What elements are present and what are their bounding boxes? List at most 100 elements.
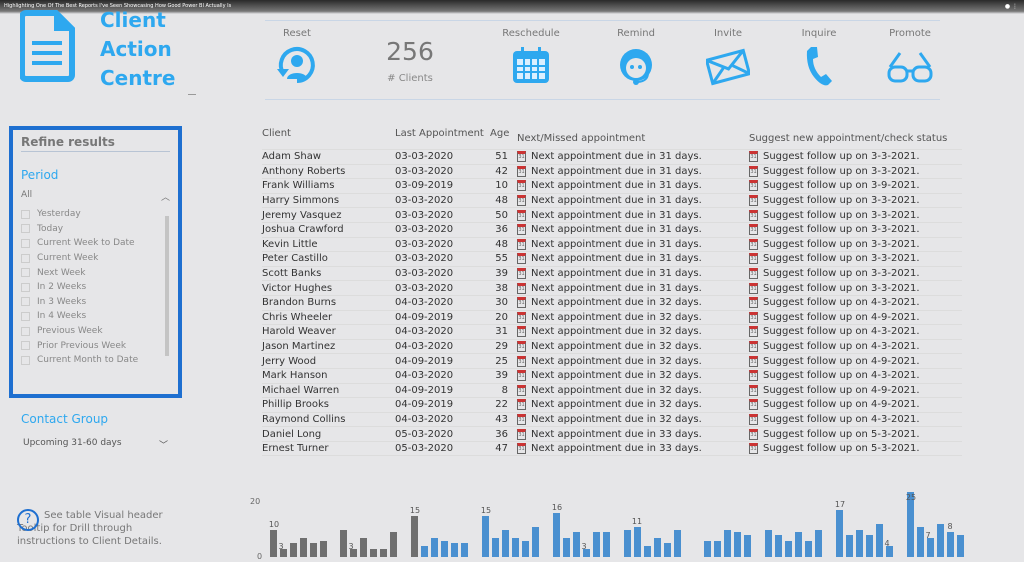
period-option[interactable]: Today <box>21 222 170 237</box>
table-row[interactable]: Jeremy Vasquez 03-03-2020 50 31 Next appoint… <box>262 208 962 223</box>
inquire-button[interactable]: Inquire <box>784 28 854 87</box>
bar[interactable] <box>563 537 570 557</box>
bar[interactable] <box>492 537 499 557</box>
bar[interactable] <box>370 548 377 557</box>
table-row[interactable]: Anthony Roberts 03-03-2020 42 31 Next appoin… <box>262 165 962 180</box>
table-row[interactable]: Harold Weaver 04-03-2020 31 31 Next appointm… <box>262 325 962 340</box>
reset-button[interactable]: Reset <box>262 28 332 87</box>
checkbox[interactable] <box>21 268 30 278</box>
bar[interactable] <box>947 532 954 557</box>
bar[interactable] <box>724 529 731 557</box>
bar[interactable] <box>593 532 600 557</box>
bar[interactable] <box>553 513 560 557</box>
bar[interactable] <box>451 543 458 557</box>
bar[interactable] <box>380 548 387 557</box>
period-option[interactable]: Current Week to Date <box>21 236 170 251</box>
bar[interactable] <box>441 540 448 557</box>
period-option[interactable]: Current Month to Date <box>21 353 170 368</box>
table-row[interactable]: Brandon Burns 04-03-2020 30 31 Next appointm… <box>262 296 962 311</box>
more-options-icon[interactable]: ● ⋮ <box>1005 3 1018 10</box>
period-dropdown[interactable]: All ︿ <box>21 190 170 203</box>
bar[interactable] <box>714 540 721 557</box>
bar[interactable] <box>734 532 741 557</box>
promote-button[interactable]: Promote <box>875 28 945 87</box>
bar[interactable] <box>310 543 317 557</box>
checkbox[interactable] <box>21 282 30 292</box>
table-row[interactable]: Daniel Long 05-03-2020 36 31 Next appointmen… <box>262 427 962 442</box>
remind-button[interactable]: Remind <box>601 28 671 87</box>
table-row[interactable]: Victor Hughes 03-03-2020 38 31 Next appointm… <box>262 281 962 296</box>
col-client[interactable]: Client <box>262 128 395 149</box>
bar[interactable] <box>765 529 772 557</box>
bar[interactable] <box>624 529 631 557</box>
checkbox[interactable] <box>21 209 30 219</box>
period-option[interactable]: Prior Previous Week <box>21 338 170 353</box>
bar[interactable] <box>846 535 853 557</box>
chevron-up-icon[interactable]: ︿ <box>161 190 170 203</box>
bar[interactable] <box>644 546 651 557</box>
checkbox[interactable] <box>21 297 30 307</box>
period-option[interactable]: Next Week <box>21 265 170 280</box>
table-row[interactable]: Ernest Turner 05-03-2020 47 31 Next appointm… <box>262 442 962 457</box>
table-row[interactable]: Jason Martinez 04-03-2020 29 31 Next appoint… <box>262 340 962 355</box>
bar[interactable] <box>674 529 681 557</box>
col-suggest[interactable]: Suggest new appointment/check status <box>749 128 947 149</box>
bar[interactable] <box>512 537 519 557</box>
bar[interactable] <box>522 540 529 557</box>
checkbox[interactable] <box>21 311 30 321</box>
bar[interactable] <box>482 515 489 557</box>
bar[interactable] <box>431 537 438 557</box>
bar[interactable] <box>704 540 711 557</box>
bar[interactable] <box>795 532 802 557</box>
checkbox[interactable] <box>21 224 30 234</box>
col-next-appointment[interactable]: Next/Missed appointment <box>508 128 749 149</box>
checkbox[interactable] <box>21 238 30 248</box>
invite-button[interactable]: Invite <box>693 28 763 87</box>
period-option[interactable]: In 4 Weeks <box>21 309 170 324</box>
bar[interactable] <box>654 537 661 557</box>
bar[interactable] <box>461 543 468 557</box>
period-option[interactable]: Previous Week <box>21 324 170 339</box>
period-option[interactable]: Yesterday <box>21 207 170 222</box>
period-option[interactable]: In 3 Weeks <box>21 295 170 310</box>
checkbox[interactable] <box>21 355 30 365</box>
period-option[interactable]: Current Week <box>21 251 170 266</box>
reschedule-button[interactable]: Reschedule <box>496 28 566 87</box>
bar[interactable] <box>502 529 509 557</box>
table-row[interactable]: Joshua Crawford 03-03-2020 36 31 Next appoin… <box>262 223 962 238</box>
bar[interactable] <box>856 529 863 557</box>
bar[interactable] <box>390 532 397 557</box>
table-row[interactable]: Jerry Wood 04-09-2019 25 31 Next appointment… <box>262 354 962 369</box>
table-row[interactable]: Peter Castillo 03-03-2020 55 31 Next appoint… <box>262 252 962 267</box>
bar[interactable] <box>866 535 873 557</box>
bar[interactable] <box>320 540 327 557</box>
col-last-appointment[interactable]: Last Appointment <box>395 128 490 149</box>
bar[interactable] <box>815 529 822 557</box>
bar[interactable] <box>927 537 934 557</box>
col-age[interactable]: Age <box>490 128 509 149</box>
bar[interactable] <box>805 540 812 557</box>
bar[interactable] <box>744 535 751 557</box>
bar[interactable] <box>836 510 843 557</box>
bar[interactable] <box>785 540 792 557</box>
table-row[interactable]: Kevin Little 03-03-2020 48 31 Next appointme… <box>262 238 962 253</box>
table-row[interactable]: Chris Wheeler 04-09-2019 20 31 Next appointm… <box>262 311 962 326</box>
table-row[interactable]: Michael Warren 04-09-2019 8 31 Next appointm… <box>262 384 962 399</box>
contact-group-dropdown[interactable]: Upcoming 31-60 days ﹀ <box>23 438 168 451</box>
scrollbar[interactable] <box>165 216 169 356</box>
table-row[interactable]: Frank Williams 03-09-2019 10 31 Next appoint… <box>262 179 962 194</box>
bar[interactable] <box>411 515 418 557</box>
bar[interactable] <box>664 543 671 557</box>
table-row[interactable]: Phillip Brooks 04-09-2019 22 31 Next appoint… <box>262 398 962 413</box>
bar[interactable] <box>957 535 964 557</box>
checkbox[interactable] <box>21 253 30 263</box>
table-row[interactable]: Raymond Collins 04-03-2020 43 31 Next appoin… <box>262 413 962 428</box>
checkbox[interactable] <box>21 341 30 351</box>
table-row[interactable]: Adam Shaw 03-03-2020 51 31 Next appointment … <box>262 150 962 165</box>
period-option[interactable]: In 2 Weeks <box>21 280 170 295</box>
bar[interactable] <box>634 526 641 557</box>
bar[interactable] <box>603 532 610 557</box>
table-row[interactable]: Harry Simmons 03-03-2020 48 31 Next appointm… <box>262 194 962 209</box>
bar[interactable] <box>532 526 539 557</box>
help-icon[interactable]: ? <box>17 509 39 531</box>
